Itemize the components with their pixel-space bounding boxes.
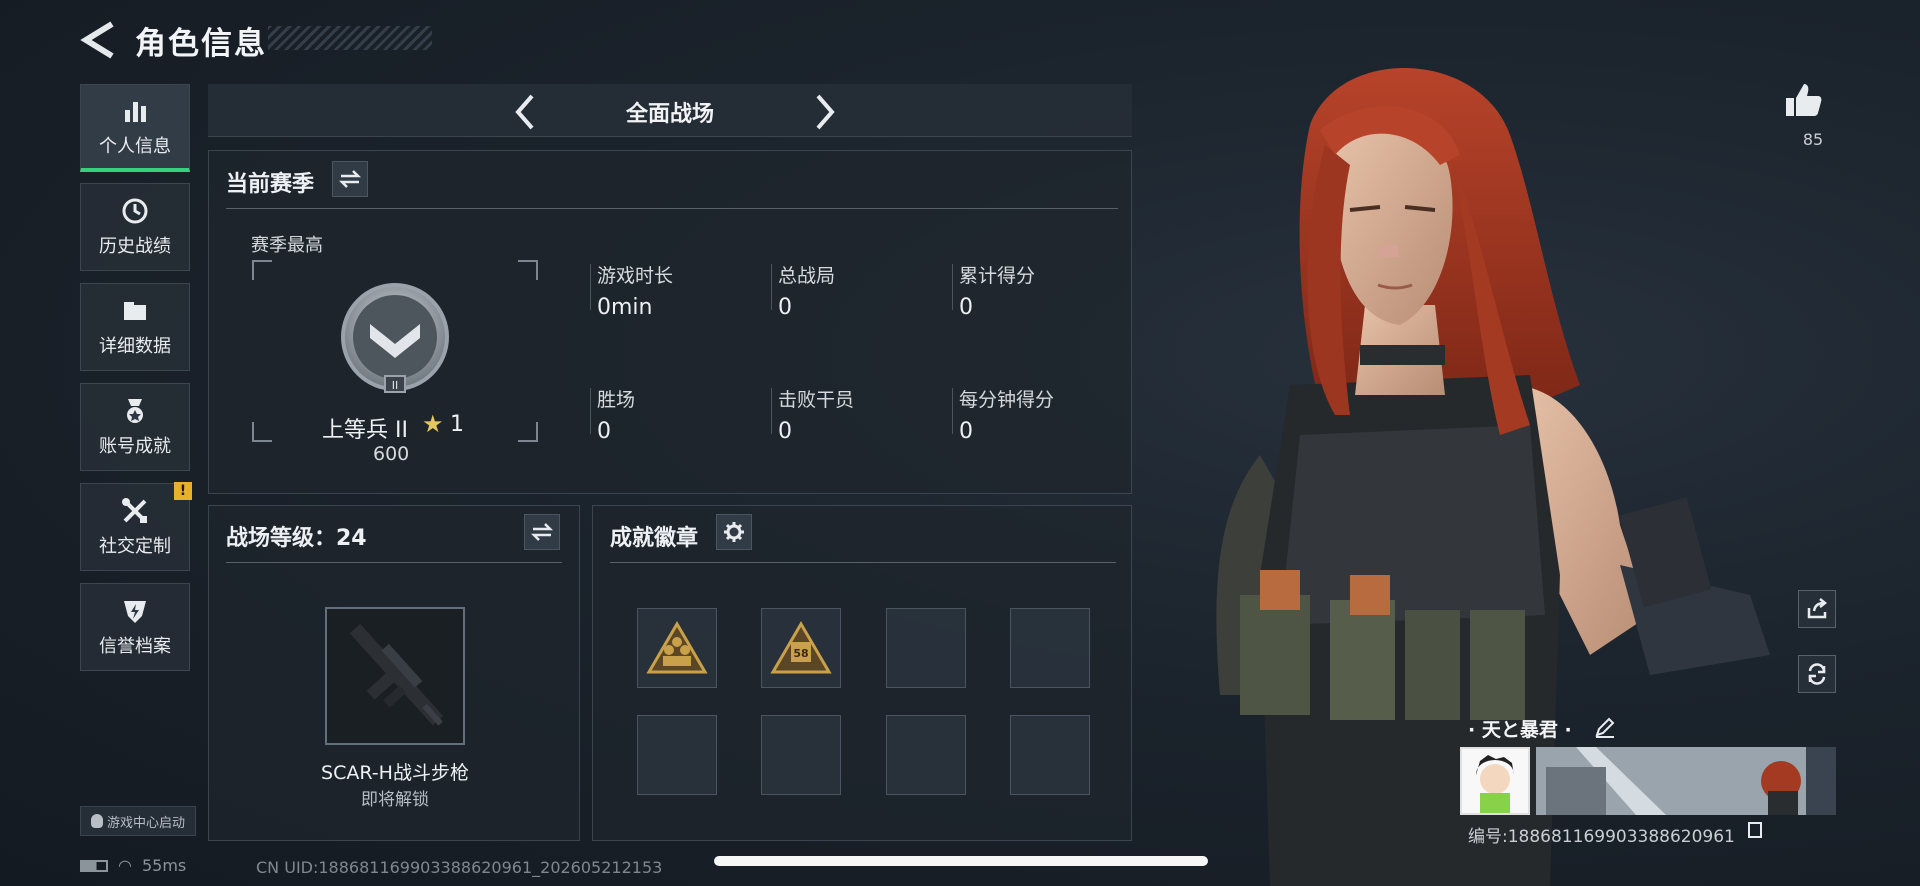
rank-stars: 1 xyxy=(450,412,464,437)
divider xyxy=(226,562,562,563)
bar-chart-icon xyxy=(125,101,146,122)
sidebar-item-label: 历史战绩 xyxy=(99,236,171,257)
player-uid: 编号:1886811699033886209​61 xyxy=(1468,827,1735,847)
stat-value: 0 xyxy=(959,295,973,320)
divider xyxy=(610,562,1116,563)
sidebar-item-achievements[interactable]: 账号成就 xyxy=(80,383,190,471)
season-title: 当前赛季 xyxy=(226,172,315,197)
qq-penguin-icon xyxy=(90,814,103,828)
divider xyxy=(226,208,1118,209)
chevron-left-icon[interactable] xyxy=(508,92,544,132)
sidebar-item-label: 个人信息 xyxy=(99,135,171,157)
weapon-thumbnail[interactable] xyxy=(325,607,465,745)
season-switch-button[interactable] xyxy=(332,161,368,197)
medal-icon xyxy=(127,399,143,423)
share-icon xyxy=(1807,598,1828,619)
swap-icon xyxy=(531,523,553,541)
avatar[interactable] xyxy=(1460,747,1530,815)
badge-level-number: 58 xyxy=(793,647,808,660)
ping-text: 55ms xyxy=(141,856,187,875)
sidebar-item-personal-info[interactable]: 个人信息 xyxy=(80,84,190,172)
divider xyxy=(771,388,772,434)
battery-icon xyxy=(80,859,108,872)
history-clock-icon xyxy=(122,198,148,224)
stat-label: 游戏时长 xyxy=(597,265,674,287)
refresh-button[interactable] xyxy=(1798,655,1836,693)
stat-label: 累计得分 xyxy=(959,265,1036,287)
sidebar-item-label: 社交定制 xyxy=(99,536,171,557)
level-badge-icon: 58 xyxy=(770,621,832,674)
level-switch-button[interactable] xyxy=(524,514,560,550)
stat-label: 击败干员 xyxy=(778,389,855,411)
stat-label: 总战局 xyxy=(778,265,836,287)
rifle-icon xyxy=(349,623,444,726)
badge-slot-empty[interactable] xyxy=(637,715,717,795)
mode-title: 全面战场 xyxy=(625,102,714,127)
star-icon: ★ xyxy=(422,410,444,438)
rank-emblem-icon: II xyxy=(341,283,449,393)
divider xyxy=(590,388,591,434)
folder-icon xyxy=(124,302,146,320)
sidebar-item-label: 账号成就 xyxy=(99,436,171,457)
badges-title: 成就徽章 xyxy=(610,526,699,551)
chevron-right-icon[interactable] xyxy=(806,92,842,132)
sidebar-item-credit[interactable]: 信誉档案 xyxy=(80,583,190,671)
rank-emblem-numeral: II xyxy=(392,379,399,392)
copy-icon[interactable] xyxy=(1748,822,1762,838)
stat-value: 0 xyxy=(778,295,792,320)
stat-value: 0 xyxy=(597,419,611,444)
home-indicator[interactable] xyxy=(714,856,1208,866)
weapon-status: 即将解锁 xyxy=(361,790,429,810)
divider xyxy=(952,388,953,434)
sidebar-item-label: 信誉档案 xyxy=(99,636,171,657)
player-name: · 天と暴君 · xyxy=(1468,719,1572,741)
rank-points: 600 xyxy=(373,443,410,465)
battlefield-level-title: 战场等级：24 xyxy=(226,526,367,551)
shield-icon xyxy=(124,601,146,623)
status-bar: ◠ 55ms xyxy=(80,856,186,875)
thumbs-up-icon[interactable] xyxy=(1784,80,1824,120)
swap-icon xyxy=(339,170,361,188)
profile-banner xyxy=(1536,747,1836,815)
game-center-launch[interactable]: 游戏中心启动 xyxy=(80,806,196,836)
badge-slot[interactable] xyxy=(637,608,717,688)
stat-value: 0 xyxy=(959,419,973,444)
weapon-name: SCAR-H战斗步枪 xyxy=(321,762,469,784)
sidebar-item-detailed-data[interactable]: 详细数据 xyxy=(80,283,190,371)
badge-slot-empty[interactable] xyxy=(886,608,966,688)
badge-slot-empty[interactable] xyxy=(886,715,966,795)
gear-icon xyxy=(724,522,744,542)
refresh-icon xyxy=(1808,663,1826,685)
badge-settings-button[interactable] xyxy=(716,514,752,550)
like-count: 85 xyxy=(1802,130,1824,149)
stat-label: 每分钟得分 xyxy=(959,389,1055,411)
stat-value: 0min xyxy=(597,295,653,320)
squad-badge-icon xyxy=(646,621,708,674)
share-button[interactable] xyxy=(1798,590,1836,628)
back-arrow-icon[interactable] xyxy=(78,18,118,62)
alert-badge: ! xyxy=(174,482,192,500)
season-best-label: 赛季最高 xyxy=(251,235,323,256)
rank-name: 上等兵 II xyxy=(322,418,408,443)
cn-uid: CN UID:1886811699033886209​61_2026052121… xyxy=(256,858,663,877)
badge-slot-empty[interactable] xyxy=(761,715,841,795)
badge-slot[interactable]: 58 xyxy=(761,608,841,688)
stat-label: 胜场 xyxy=(597,389,636,411)
badge-slot-empty[interactable] xyxy=(1010,608,1090,688)
badge-slot-empty[interactable] xyxy=(1010,715,1090,795)
divider xyxy=(771,264,772,310)
title-decoration xyxy=(268,26,432,50)
edit-pencil-icon[interactable] xyxy=(1594,716,1616,738)
tools-icon xyxy=(122,498,147,523)
divider xyxy=(952,264,953,310)
stat-value: 0 xyxy=(778,419,792,444)
sidebar-item-history[interactable]: 历史战绩 xyxy=(80,183,190,271)
divider xyxy=(590,264,591,310)
page-title: 角色信息 xyxy=(135,26,267,62)
wifi-icon: ◠ xyxy=(118,856,132,875)
sidebar-item-label: 详细数据 xyxy=(99,336,171,357)
launch-label: 游戏中心启动 xyxy=(106,815,185,831)
